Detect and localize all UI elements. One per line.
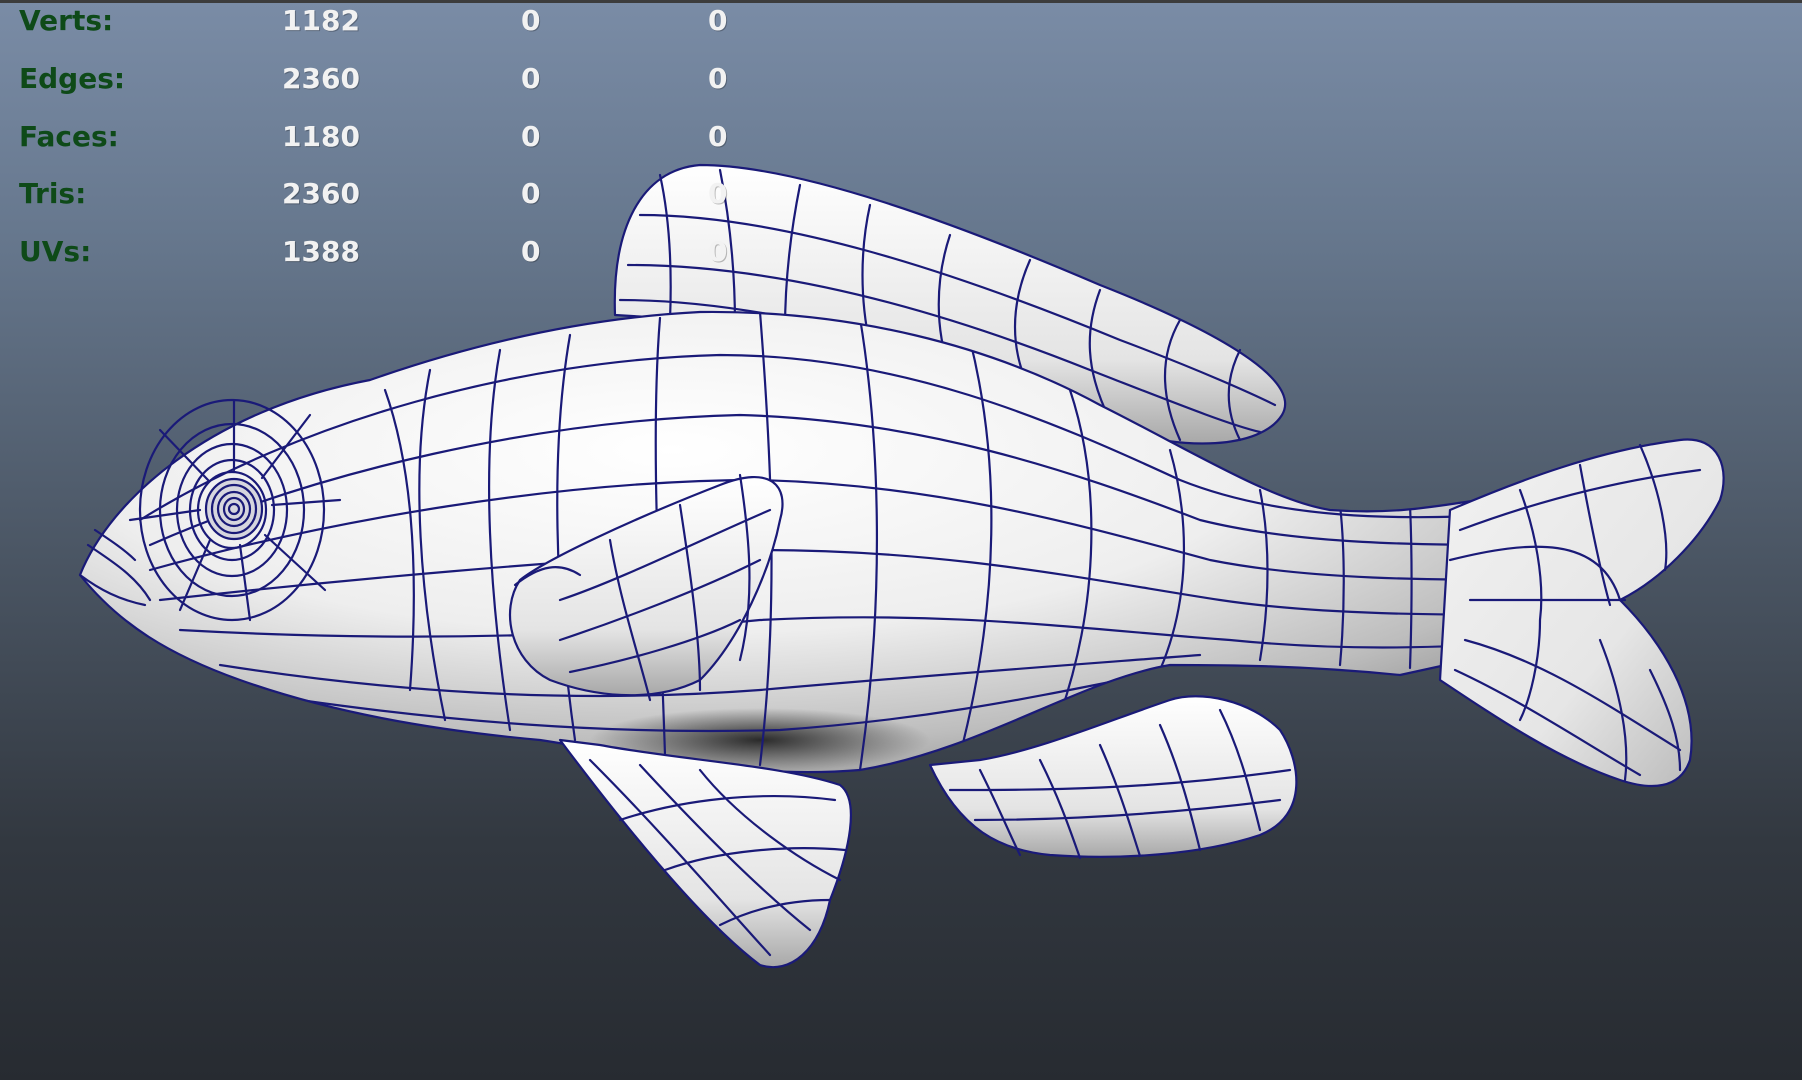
3d-viewport[interactable]: Verts: 1182 0 0 Edges: 2360 0 0 Faces: 1…: [0, 0, 1802, 1080]
hud-tris-selected: 0: [521, 177, 541, 210]
hud-row-verts: Verts: 1182 0 0: [0, 1, 760, 41]
hud-faces-selected: 0: [521, 120, 541, 153]
hud-tris-other: 0: [708, 177, 728, 210]
hud-row-tris: Tris: 2360 0 0: [0, 174, 760, 214]
eye-icon: [204, 477, 264, 541]
hud-label-verts: Verts:: [19, 4, 114, 37]
pelvic-fin: [558, 738, 852, 969]
hud-row-faces: Faces: 1180 0 0: [0, 117, 760, 157]
hud-uvs-selected: 0: [521, 235, 541, 268]
hud-row-edges: Edges: 2360 0 0: [0, 59, 760, 99]
hud-label-uvs: UVs:: [19, 235, 92, 268]
hud-faces-total: 1180: [282, 120, 360, 153]
fish-body: [78, 310, 1562, 774]
hud-uvs-total: 1388: [282, 235, 360, 268]
hud-verts-selected: 0: [521, 4, 541, 37]
hud-faces-other: 0: [708, 120, 728, 153]
poly-count-hud: Verts: 1182 0 0 Edges: 2360 0 0 Faces: 1…: [0, 0, 760, 290]
tail-fin: [1438, 438, 1725, 788]
hud-verts-other: 0: [708, 4, 728, 37]
hud-verts-total: 1182: [282, 4, 360, 37]
hud-row-uvs: UVs: 1388 0 0: [0, 232, 760, 272]
hud-edges-other: 0: [708, 62, 728, 95]
hud-uvs-other: 0: [708, 235, 728, 268]
hud-label-edges: Edges:: [19, 62, 126, 95]
hud-edges-total: 2360: [282, 62, 360, 95]
hud-edges-selected: 0: [521, 62, 541, 95]
hud-label-tris: Tris:: [19, 177, 87, 210]
hud-label-faces: Faces:: [19, 120, 119, 153]
hud-tris-total: 2360: [282, 177, 360, 210]
